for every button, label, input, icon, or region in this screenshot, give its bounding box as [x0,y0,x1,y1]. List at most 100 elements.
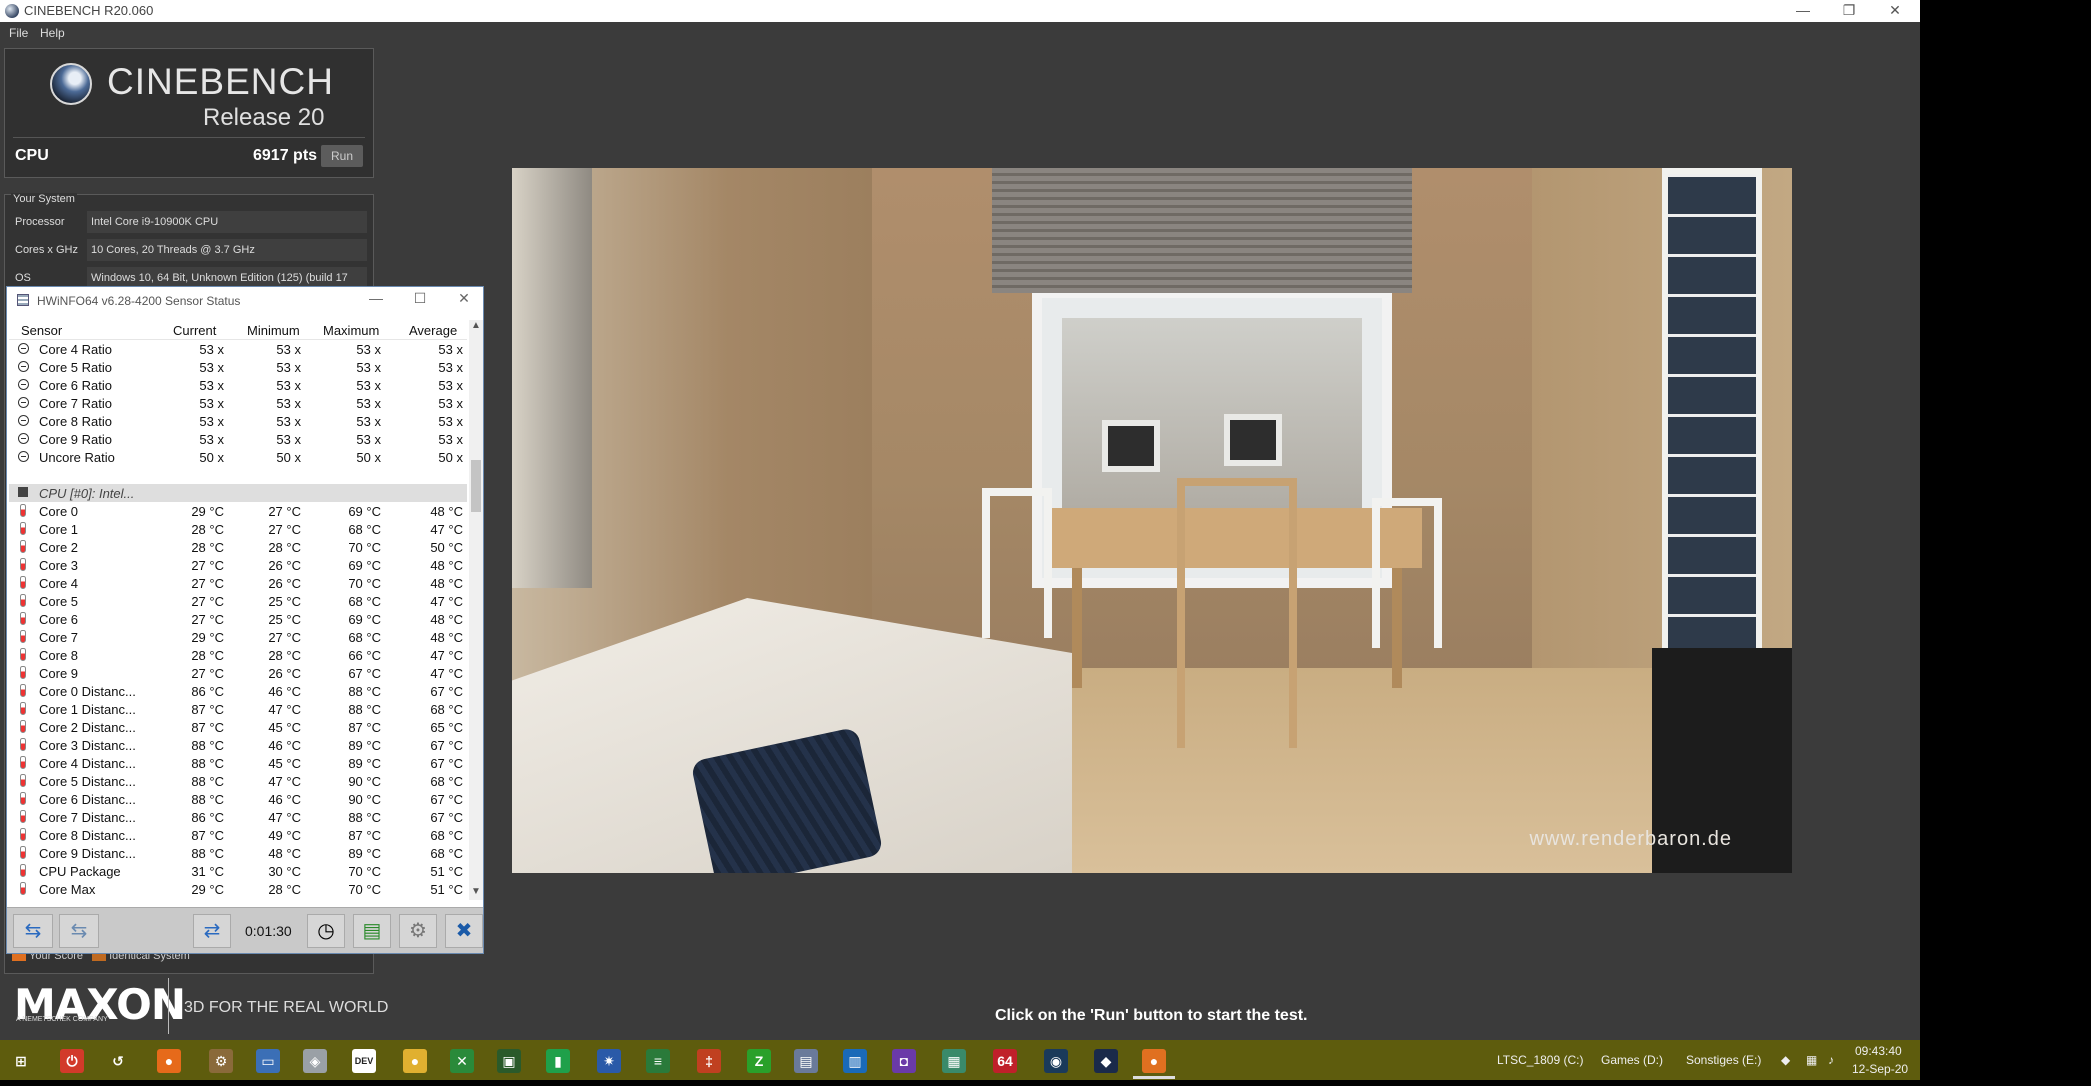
sensor-row[interactable]: Core 7 Ratio 53 x 53 x 53 x 53 x [9,394,467,412]
close-button[interactable]: ✕ [453,290,475,310]
nav-arrows-icon[interactable]: ⇆ [13,914,53,948]
close-sensors-icon[interactable]: ✖ [445,914,483,948]
sensor-row[interactable]: CPU Package 31 °C 30 °C 70 °C 51 °C [9,862,467,880]
column-header-sensor[interactable]: Sensor [21,323,62,338]
sensor-row[interactable]: Core 5 Distanc... 88 °C 47 °C 90 °C 68 °C [9,772,467,790]
sensor-name: Core 4 Distanc... [39,756,136,771]
sensor-row[interactable]: Core Max 29 °C 28 °C 70 °C 51 °C [9,880,467,898]
cinebench-icon[interactable]: ● [1142,1049,1166,1073]
sensor-row[interactable]: Core 4 27 °C 26 °C 70 °C 48 °C [9,574,467,592]
scroll-up-icon[interactable]: ▲ [469,320,483,334]
file-icon[interactable]: ▤ [794,1049,818,1073]
tray-network-icon[interactable]: ▦ [1806,1053,1817,1067]
sensor-row[interactable]: Core 5 Ratio 53 x 53 x 53 x 53 x [9,358,467,376]
sensor-row[interactable]: Core 5 27 °C 25 °C 68 °C 47 °C [9,592,467,610]
sensor-row[interactable]: Core 2 28 °C 28 °C 70 °C 50 °C [9,538,467,556]
purple-app-icon[interactable]: ◘ [892,1049,916,1073]
map-icon[interactable]: ▦ [942,1049,966,1073]
scroll-down-icon[interactable]: ▼ [469,886,483,900]
sensor-row[interactable]: Core 6 27 °C 25 °C 69 °C 48 °C [9,610,467,628]
sensor-row[interactable]: Core 1 Distanc... 87 °C 47 °C 88 °C 68 °C [9,700,467,718]
log-file-icon[interactable]: ▤ [353,914,391,948]
sensor-row[interactable]: Core 9 Ratio 53 x 53 x 53 x 53 x [9,430,467,448]
sensor-row[interactable]: Core 0 Distanc... 86 °C 46 °C 88 °C 67 °C [9,682,467,700]
tray-volume-icon[interactable]: ♪ [1828,1053,1834,1067]
windows-start-icon[interactable]: ⊞ [9,1049,33,1073]
sensor-name: Core 3 [39,558,79,573]
current-value: 28 °C [191,540,224,555]
steam-icon[interactable]: ◉ [1044,1049,1068,1073]
drive-icon[interactable]: ▭ [256,1049,280,1073]
tray-app-icon[interactable]: ◆ [1781,1053,1790,1067]
sensor-row[interactable]: Core 3 Distanc... 88 °C 46 °C 89 °C 67 °C [9,736,467,754]
sensor-row[interactable]: Core 7 29 °C 27 °C 68 °C 48 °C [9,628,467,646]
sensor-row[interactable]: Core 9 Distanc... 88 °C 48 °C 89 °C 68 °C [9,844,467,862]
minimize-button[interactable]: — [365,290,387,310]
sensor-row[interactable]: Uncore Ratio 50 x 50 x 50 x 50 x [9,448,467,466]
aida64-icon[interactable]: 64 [993,1049,1017,1073]
cpu-z-icon[interactable]: Z [747,1049,771,1073]
sensor-row[interactable]: Core 6 Distanc... 88 °C 46 °C 90 °C 67 °C [9,790,467,808]
restore-button[interactable]: ❐ [1826,0,1872,22]
sensor-name: CPU [#0]: Intel... [39,486,135,501]
memory-icon[interactable]: ≡ [646,1049,670,1073]
close-button[interactable]: ✕ [1872,0,1918,22]
sensor-row[interactable]: Core 4 Distanc... 88 °C 45 °C 89 °C 67 °C [9,754,467,772]
sensor-row[interactable]: Core 8 28 °C 28 °C 66 °C 47 °C [9,646,467,664]
settings-tool-icon[interactable]: ⚙ [209,1049,233,1073]
sensor-row[interactable] [9,466,467,484]
power-app-icon[interactable]: ⏻ [60,1049,84,1073]
clock-icon[interactable]: ◷ [307,914,345,948]
network-sensors-icon[interactable]: ⇄ [193,914,231,948]
maximize-button[interactable]: ☐ [409,290,431,310]
sensor-table-header: Sensor Current Minimum Maximum Average [9,320,467,340]
settings-icon[interactable]: ⚙ [399,914,437,948]
system-value: 10 Cores, 20 Threads @ 3.7 GHz [87,239,367,261]
picture-frames [1102,414,1322,480]
drive-toolbar-item[interactable]: LTSC_1809 (C:) [1497,1053,1583,1067]
layers-icon[interactable]: ◈ [303,1049,327,1073]
sensor-row[interactable]: Core 8 Distanc... 87 °C 49 °C 87 °C 68 °C [9,826,467,844]
sensor-name: Core 7 [39,630,79,645]
clock-time[interactable]: 09:43:40 [1855,1044,1902,1058]
system-panel-title: Your System [11,193,77,205]
sensor-row[interactable]: Core 3 27 °C 26 °C 69 °C 48 °C [9,556,467,574]
menu-file[interactable]: File [9,26,28,40]
sensor-row[interactable]: Core 2 Distanc... 87 °C 45 °C 87 °C 65 °C [9,718,467,736]
drive-toolbar-item[interactable]: Sonstiges (E:) [1686,1053,1761,1067]
nav-arrows-disabled-icon[interactable]: ⇆ [59,914,99,948]
column-header-average[interactable]: Average [409,323,457,338]
column-header-maximum[interactable]: Maximum [323,323,379,338]
average-value: 67 °C [430,756,463,771]
column-header-current[interactable]: Current [173,323,216,338]
sensor-row[interactable]: Core 7 Distanc... 86 °C 47 °C 88 °C 67 °C [9,808,467,826]
sphere-icon[interactable]: ● [403,1049,427,1073]
logo-title: CINEBENCH [107,61,334,102]
sensor-row[interactable]: Core 4 Ratio 53 x 53 x 53 x 53 x [9,340,467,358]
sensor-row[interactable]: Core 6 Ratio 53 x 53 x 53 x 53 x [9,376,467,394]
xbox-icon[interactable]: ✕ [450,1049,474,1073]
sensor-row[interactable]: Core 1 28 °C 27 °C 68 °C 47 °C [9,520,467,538]
drive-toolbar-item[interactable]: Games (D:) [1601,1053,1663,1067]
run-button[interactable]: Run [321,145,363,167]
monitor-icon[interactable]: ▣ [497,1049,521,1073]
menu-help[interactable]: Help [40,26,65,40]
devcon-icon[interactable]: DEV [352,1049,376,1073]
network-icon[interactable]: ‡ [697,1049,721,1073]
sensor-row[interactable]: Core 8 Ratio 53 x 53 x 53 x 53 x [9,412,467,430]
chart-app-icon[interactable]: ▮ [546,1049,570,1073]
hwinfo-icon[interactable]: ▥ [843,1049,867,1073]
scroll-thumb[interactable] [471,460,481,512]
refresh-app-icon[interactable]: ↺ [106,1049,130,1073]
sensor-row[interactable]: Core 9 27 °C 26 °C 67 °C 47 °C [9,664,467,682]
minimize-button[interactable]: — [1780,0,1826,22]
sensor-row[interactable]: Core 0 29 °C 27 °C 69 °C 48 °C [9,502,467,520]
column-header-minimum[interactable]: Minimum [247,323,300,338]
app-icon[interactable]: ◆ [1094,1049,1118,1073]
sensor-group-row[interactable]: CPU [#0]: Intel... [9,484,467,502]
sensor-row[interactable]: Core 0 Therma...NoNoNo [9,898,467,900]
firefox-icon[interactable]: ● [157,1049,181,1073]
clock-date[interactable]: 12-Sep-20 [1852,1062,1908,1076]
gear-app-icon[interactable]: ✷ [597,1049,621,1073]
vertical-scrollbar[interactable]: ▲ ▼ [469,320,483,900]
